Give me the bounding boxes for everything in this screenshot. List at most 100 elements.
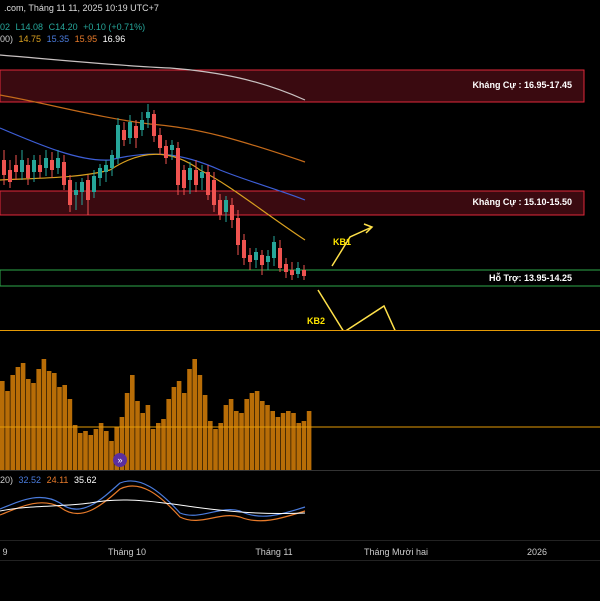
candle-body-9: [56, 158, 60, 168]
osc-value-1: 32.52: [18, 475, 42, 485]
candle-body-19: [116, 125, 120, 158]
candle-body-6: [38, 165, 42, 172]
candle-body-21: [128, 122, 132, 138]
time-label-nov: Tháng 11: [255, 547, 293, 557]
volume-bar-13: [67, 399, 73, 471]
volume-bar-27: [140, 413, 145, 471]
osc-prefix: 20): [0, 475, 14, 485]
oscillator-panel[interactable]: 20) 32.52 24.11 35.62: [0, 470, 600, 531]
volume-bar-26: [135, 401, 140, 471]
candle-body-14: [86, 180, 90, 200]
candle-body-18: [110, 155, 114, 168]
volume-bar-25: [130, 375, 135, 471]
candle-body-46: [278, 248, 282, 268]
bottom-toolbar: [0, 560, 600, 601]
volume-bar-43: [223, 405, 229, 471]
volume-bar-29: [150, 429, 156, 471]
ma-value-4: 16.96: [102, 34, 126, 44]
volume-bar-38: [197, 375, 203, 471]
ma-value-3: 15.95: [74, 34, 98, 44]
candle-body-7: [44, 158, 48, 168]
volume-bar-48: [249, 393, 255, 471]
ma-value-1: 14.75: [18, 34, 42, 44]
double-chevron-down-icon[interactable]: »: [113, 453, 127, 467]
volume-bar-30: [156, 423, 161, 471]
ma-legend: 00) 14.75 15.35 15.95 16.96: [0, 34, 128, 44]
candle-body-2: [14, 165, 18, 172]
ma-value-2: 15.35: [46, 34, 70, 44]
candle-body-37: [224, 200, 228, 212]
volume-bar-10: [52, 373, 57, 471]
volume-bar-28: [145, 405, 151, 471]
volume-bar-53: [275, 417, 281, 471]
candle-body-45: [272, 242, 276, 258]
candle-body-50: [302, 270, 306, 276]
volume-bar-3: [15, 367, 21, 471]
candle-body-36: [218, 200, 222, 215]
candle-body-31: [188, 168, 192, 180]
candle-body-38: [230, 205, 234, 220]
volume-bar-18: [93, 429, 99, 471]
volume-bar-50: [260, 401, 265, 471]
candle-body-22: [134, 126, 138, 138]
resistance-high-label: Kháng Cự : 16.95-17.45: [472, 80, 572, 90]
candle-body-28: [170, 145, 174, 150]
candle-body-33: [200, 172, 204, 178]
chart-source-line: .com, Tháng 11 11, 2025 10:19 UTC+7: [4, 3, 162, 13]
volume-bar-49: [254, 391, 260, 471]
ohlc-low: L14.08: [15, 22, 44, 32]
volume-bar-5: [26, 379, 31, 471]
source-text: .com, Tháng 11 11, 2025 10:19 UTC+7: [4, 3, 159, 13]
volume-bar-47: [244, 399, 249, 471]
candle-body-34: [206, 172, 210, 195]
resistance-mid-label: Kháng Cự : 15.10-15.50: [472, 197, 572, 207]
time-label-dec: Tháng Mười hai: [364, 547, 428, 557]
time-label-2026: 2026: [526, 547, 548, 557]
support-label: Hỗ Trợ: 13.95-14.25: [489, 273, 572, 283]
oscillator-line-white: [0, 499, 306, 515]
candle-body-1: [8, 170, 12, 182]
candle-body-11: [68, 180, 72, 205]
kb2-arrow-path: [317, 289, 396, 330]
volume-bar-45: [234, 411, 239, 471]
volume-bar-0: [0, 381, 5, 471]
volume-bar-1: [5, 391, 10, 471]
volume-chart-canvas[interactable]: [0, 331, 600, 471]
candle-body-4: [26, 165, 30, 178]
volume-bar-44: [228, 399, 234, 471]
candle-body-5: [32, 160, 36, 172]
volume-bar-9: [46, 371, 52, 471]
candle-body-25: [152, 114, 156, 136]
volume-bar-37: [192, 359, 197, 471]
candle-body-10: [62, 162, 66, 185]
volume-bar-52: [270, 411, 275, 471]
volume-bar-34: [176, 381, 182, 471]
candle-body-32: [194, 170, 198, 185]
price-panel[interactable]: .com, Tháng 11 11, 2025 10:19 UTC+7 02 L…: [0, 0, 600, 330]
candle-body-48: [290, 270, 294, 275]
candle-body-8: [50, 160, 54, 170]
volume-bar-8: [41, 359, 47, 471]
volume-bar-15: [78, 433, 83, 471]
candle-body-44: [266, 256, 270, 262]
candle-body-39: [236, 218, 240, 245]
time-axis[interactable]: 9 Tháng 10 Tháng 11 Tháng Mười hai 2026: [0, 540, 600, 561]
volume-bar-20: [104, 431, 109, 471]
candle-body-12: [74, 190, 78, 195]
volume-bar-4: [20, 363, 26, 471]
candle-body-49: [296, 268, 300, 274]
candle-body-30: [182, 170, 186, 188]
volume-bar-2: [10, 375, 15, 471]
candle-body-41: [248, 255, 252, 262]
volume-bar-57: [296, 423, 301, 471]
volume-bar-41: [213, 429, 218, 471]
oscillator-line-blue: [0, 480, 306, 517]
candle-body-17: [104, 165, 108, 172]
volume-bar-32: [166, 399, 171, 471]
scenario-kb2-label: KB2: [307, 316, 326, 326]
volume-bar-59: [306, 411, 312, 471]
candle-body-0: [2, 160, 6, 175]
volume-panel[interactable]: »: [0, 330, 600, 471]
volume-bar-19: [98, 423, 104, 471]
candle-body-29: [176, 148, 180, 185]
